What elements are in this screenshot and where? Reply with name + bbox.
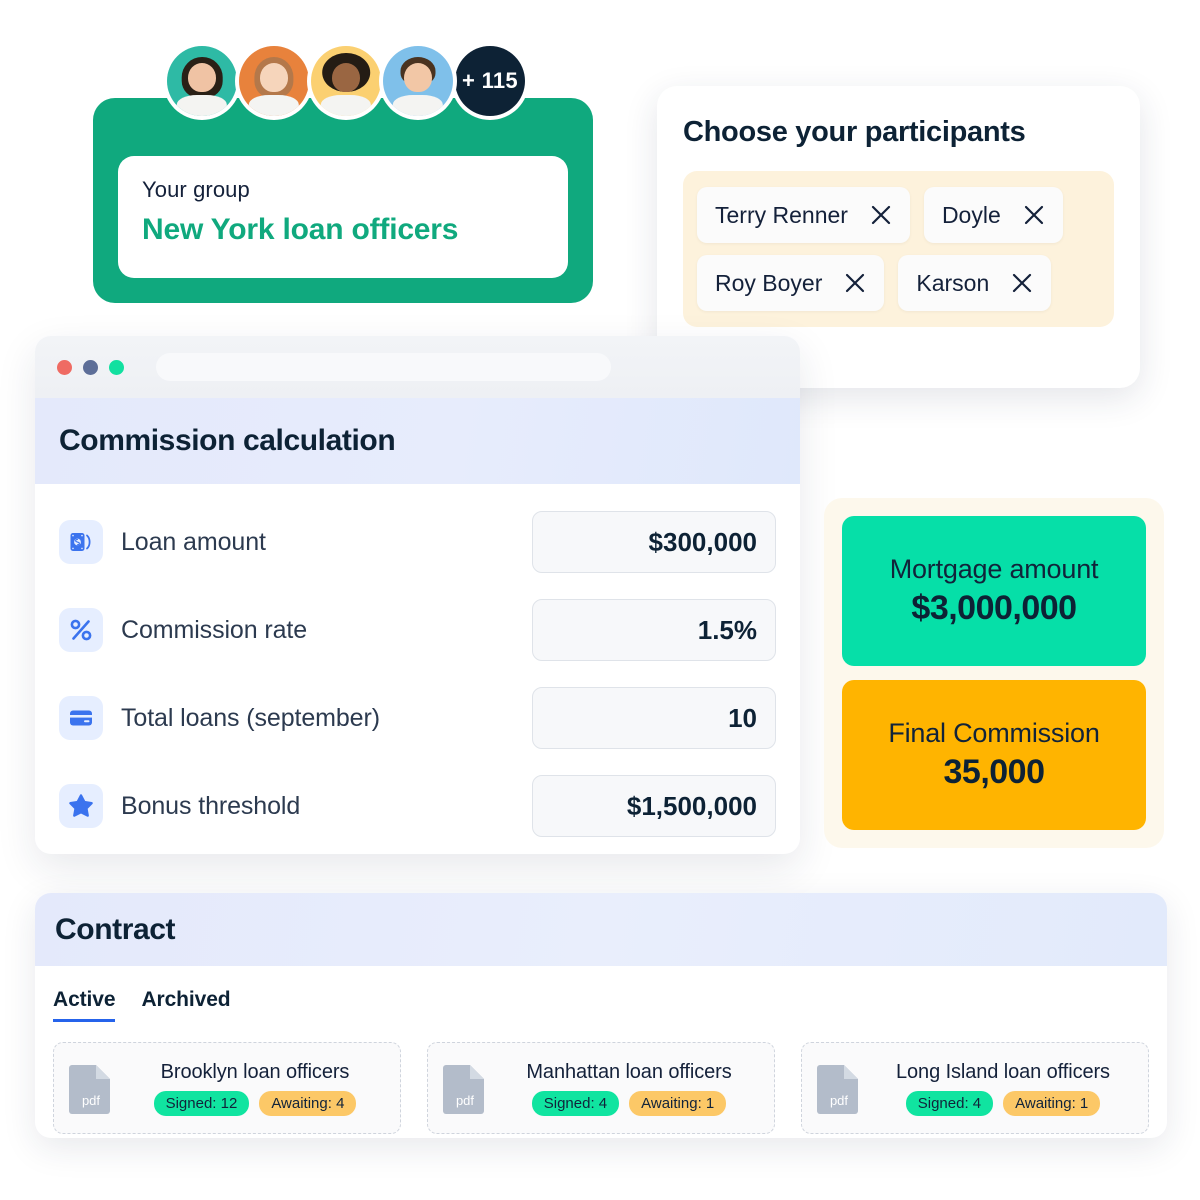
contract-document-title: Long Island loan officers — [896, 1060, 1110, 1083]
participant-chip-label: Roy Boyer — [715, 269, 823, 296]
contract-header: Contract — [35, 893, 1167, 966]
group-card: Your group New York loan officers — [93, 98, 593, 303]
commission-row-loan-amount: Loan amount $300,000 — [59, 498, 776, 586]
awaiting-badge: Awaiting: 1 — [1003, 1090, 1101, 1116]
result-value: 35,000 — [943, 753, 1046, 791]
svg-text:pdf: pdf — [830, 1093, 848, 1108]
page-root: Your group New York loan officers + 115 … — [0, 0, 1200, 1200]
contract-document-badges: Signed: 12 Awaiting: 4 — [153, 1090, 357, 1116]
contract-document-body: Long Island loan officers Signed: 4 Awai… — [872, 1061, 1134, 1116]
star-icon — [59, 784, 103, 828]
participants-title: Choose your participants — [683, 116, 1026, 148]
avatar[interactable] — [235, 42, 313, 120]
close-window-dot-icon[interactable] — [57, 359, 72, 375]
banknote-icon — [59, 520, 103, 564]
close-icon[interactable] — [1011, 272, 1033, 294]
commission-title: Commission calculation — [59, 424, 396, 457]
contract-document-badges: Signed: 4 Awaiting: 1 — [905, 1090, 1101, 1116]
pdf-file-icon: pdf — [68, 1062, 114, 1114]
close-icon[interactable] — [844, 272, 866, 294]
contract-document-title: Manhattan loan officers — [526, 1060, 732, 1083]
commission-row-label: Loan amount — [121, 527, 266, 556]
results-panel: Mortgage amount $3,000,000 Final Commiss… — [824, 498, 1164, 848]
result-title: Final Commission — [888, 718, 1100, 748]
result-value: $3,000,000 — [911, 589, 1077, 627]
total-loans-input[interactable]: 10 — [532, 687, 776, 749]
contract-document-list: pdf Brooklyn loan officers Signed: 12 Aw… — [35, 1022, 1167, 1134]
result-title: Mortgage amount — [889, 554, 1099, 584]
commission-row-label: Commission rate — [121, 615, 308, 644]
participants-chips-container: Terry Renner Doyle Roy Boyer Karson — [683, 171, 1114, 327]
participant-chip-label: Doyle — [941, 201, 1001, 228]
maximize-window-dot-icon[interactable] — [109, 359, 124, 375]
signed-badge: Signed: 12 — [153, 1090, 250, 1116]
participant-chip-label: Karson — [916, 269, 990, 296]
awaiting-badge: Awaiting: 4 — [259, 1090, 357, 1116]
percent-icon — [59, 608, 103, 652]
commission-row-total-loans: Total loans (september) 10 — [59, 674, 776, 762]
pdf-file-icon: pdf — [816, 1062, 862, 1114]
participant-chip[interactable]: Karson — [898, 255, 1052, 311]
contract-document-card[interactable]: pdf Long Island loan officers Signed: 4 … — [801, 1042, 1149, 1134]
pdf-file-icon: pdf — [442, 1062, 488, 1114]
commission-row-label: Total loans (september) — [121, 703, 380, 732]
avatar-stack: + 115 — [163, 42, 529, 120]
commission-row-label: Bonus threshold — [121, 791, 301, 820]
avatar-overflow-label: + 115 — [455, 46, 525, 116]
commission-rows: Loan amount $300,000 Commission rate 1.5… — [35, 484, 800, 854]
contract-document-badges: Signed: 4 Awaiting: 1 — [531, 1090, 727, 1116]
group-label: Your group — [142, 177, 250, 202]
avatar[interactable] — [379, 42, 457, 120]
contract-document-card[interactable]: pdf Manhattan loan officers Signed: 4 Aw… — [427, 1042, 775, 1134]
contract-tabs: Active Archived — [35, 966, 1167, 1022]
participant-chip[interactable]: Terry Renner — [697, 187, 910, 243]
group-info-box: Your group New York loan officers — [118, 156, 568, 278]
avatar[interactable] — [163, 42, 241, 120]
contract-document-card[interactable]: pdf Brooklyn loan officers Signed: 12 Aw… — [53, 1042, 401, 1134]
minimize-window-dot-icon[interactable] — [83, 359, 98, 375]
signed-badge: Signed: 4 — [531, 1090, 620, 1116]
avatar[interactable] — [307, 42, 385, 120]
signed-badge: Signed: 4 — [905, 1090, 994, 1116]
awaiting-badge: Awaiting: 1 — [629, 1090, 727, 1116]
participant-chip[interactable]: Doyle — [923, 187, 1063, 243]
loan-amount-input[interactable]: $300,000 — [532, 511, 776, 573]
commission-row-bonus-threshold: Bonus threshold $1,500,000 — [59, 762, 776, 850]
address-bar[interactable] — [156, 353, 611, 381]
contract-document-title: Brooklyn loan officers — [160, 1060, 350, 1083]
avatar-overflow-count[interactable]: + 115 — [451, 42, 529, 120]
commission-header: Commission calculation — [35, 398, 800, 484]
commission-row-commission-rate: Commission rate 1.5% — [59, 586, 776, 674]
bonus-threshold-input[interactable]: $1,500,000 — [532, 775, 776, 837]
credit-card-icon — [59, 696, 103, 740]
tab-archived[interactable]: Archived — [141, 988, 230, 1022]
contract-document-body: Manhattan loan officers Signed: 4 Awaiti… — [498, 1061, 760, 1116]
participant-chip-label: Terry Renner — [715, 201, 848, 228]
result-card-final-commission: Final Commission 35,000 — [842, 680, 1146, 830]
contract-panel: Contract Active Archived pdf Brooklyn lo… — [35, 893, 1167, 1138]
group-name: New York loan officers — [142, 212, 459, 246]
svg-text:pdf: pdf — [82, 1093, 100, 1108]
contract-title: Contract — [55, 912, 176, 946]
window-controls — [57, 359, 124, 375]
result-card-mortgage-amount: Mortgage amount $3,000,000 — [842, 516, 1146, 666]
close-icon[interactable] — [1023, 204, 1045, 226]
browser-window: Commission calculation Loan amount $300,… — [35, 336, 800, 854]
close-icon[interactable] — [870, 204, 892, 226]
tab-active[interactable]: Active — [53, 988, 116, 1022]
browser-titlebar — [35, 336, 800, 398]
commission-rate-input[interactable]: 1.5% — [532, 599, 776, 661]
participant-chip[interactable]: Roy Boyer — [697, 255, 885, 311]
svg-text:pdf: pdf — [456, 1093, 474, 1108]
contract-document-body: Brooklyn loan officers Signed: 12 Awaiti… — [124, 1061, 386, 1116]
